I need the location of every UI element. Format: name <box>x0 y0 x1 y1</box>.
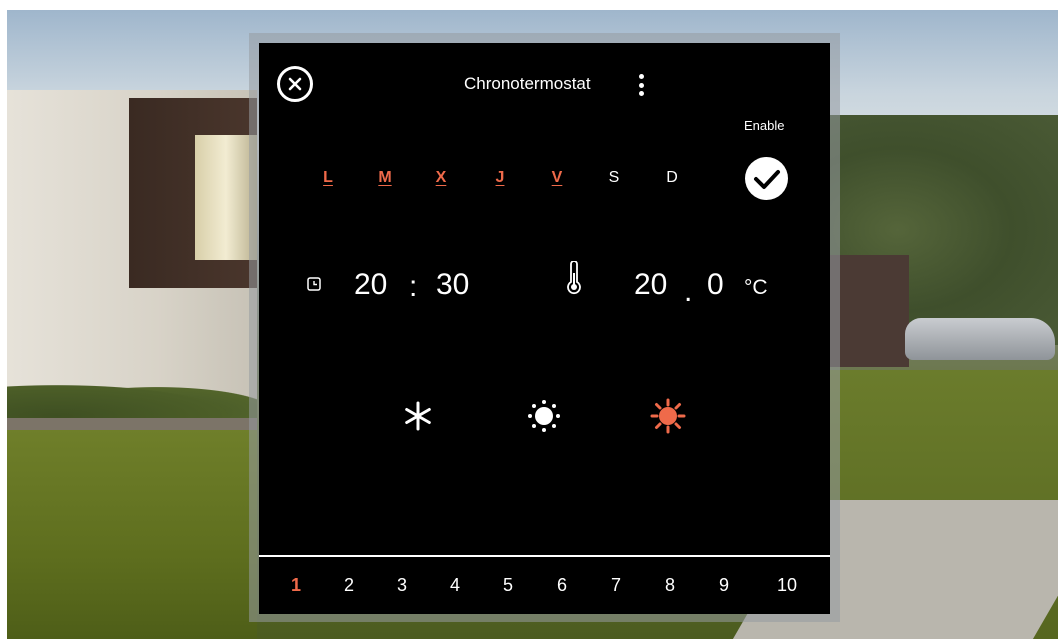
temperature-separator: . <box>684 275 693 308</box>
program-3[interactable]: 3 <box>387 575 417 596</box>
time-minutes[interactable]: 30 <box>436 268 469 302</box>
program-10[interactable]: 10 <box>772 575 802 596</box>
day-saturday[interactable]: S <box>602 169 626 187</box>
clock-icon <box>307 277 321 291</box>
checkmark-icon <box>753 169 780 189</box>
house-window <box>195 135 257 260</box>
program-6[interactable]: 6 <box>547 575 577 596</box>
close-button[interactable] <box>277 66 313 102</box>
enable-label: Enable <box>744 118 785 133</box>
program-7[interactable]: 7 <box>601 575 631 596</box>
day-monday[interactable]: L <box>316 169 340 187</box>
snowflake-icon[interactable] <box>400 398 436 434</box>
program-selector: 1 2 3 4 5 6 7 8 9 10 <box>259 555 830 614</box>
day-thursday[interactable]: J <box>488 169 512 187</box>
day-friday[interactable]: V <box>545 169 569 187</box>
program-8[interactable]: 8 <box>655 575 685 596</box>
day-tuesday[interactable]: M <box>373 169 397 187</box>
day-sunday[interactable]: D <box>660 169 684 187</box>
temperature-unit: °C <box>744 276 768 299</box>
program-9[interactable]: 9 <box>709 575 739 596</box>
sun-hot-icon[interactable] <box>650 398 686 434</box>
enable-toggle[interactable] <box>745 157 788 200</box>
fence <box>829 255 909 367</box>
program-1[interactable]: 1 <box>281 575 311 596</box>
time-hours[interactable]: 20 <box>354 268 387 302</box>
time-separator: : <box>409 270 418 303</box>
temperature-integer[interactable]: 20 <box>634 268 667 302</box>
close-icon <box>288 77 302 91</box>
lawn-left <box>7 430 257 639</box>
thermometer-icon <box>567 261 581 295</box>
program-5[interactable]: 5 <box>493 575 523 596</box>
program-4[interactable]: 4 <box>440 575 470 596</box>
dialog-title: Chronotermostat <box>464 74 591 93</box>
temperature-decimal[interactable]: 0 <box>707 268 724 302</box>
weekday-selector: L M X J V S D <box>316 169 696 193</box>
day-wednesday[interactable]: X <box>429 169 453 187</box>
chronothermostat-dialog: Chronotermostat Enable L M X J V S D 20 … <box>259 43 830 614</box>
more-options-icon[interactable] <box>637 74 645 96</box>
car <box>905 318 1055 360</box>
sun-icon[interactable] <box>526 398 562 434</box>
program-2[interactable]: 2 <box>334 575 364 596</box>
